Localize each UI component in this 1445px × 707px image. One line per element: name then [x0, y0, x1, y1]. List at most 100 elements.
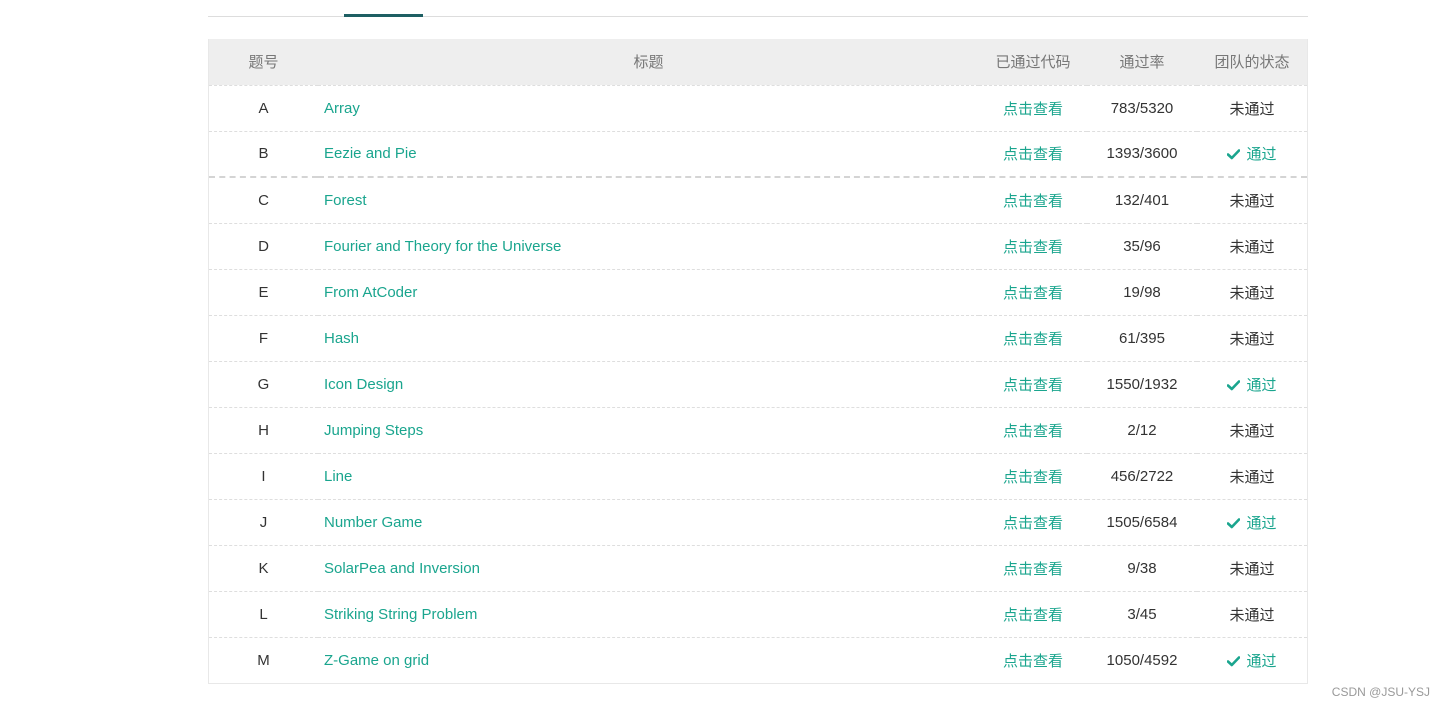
table-row: M Z-Game on grid 点击查看 1050/4592 通过 — [209, 637, 1307, 683]
status-passed-text: 通过 — [1246, 652, 1277, 670]
team-status: 通过 — [1197, 361, 1307, 407]
status-failed-text: 未通过 — [1229, 468, 1275, 486]
problem-title-cell: Line — [318, 453, 979, 499]
problem-id: G — [257, 375, 270, 393]
team-status: 未通过 — [1197, 407, 1307, 453]
team-status: 通过 — [1197, 499, 1307, 545]
problem-id: J — [259, 513, 268, 531]
table-header-row: 题号 标题 已通过代码 通过率 团队的状态 — [209, 39, 1307, 85]
team-status: 未通过 — [1197, 545, 1307, 591]
table-row: K SolarPea and Inversion 点击查看 9/38 未通过 — [209, 545, 1307, 591]
problem-title-cell: From AtCoder — [318, 269, 979, 315]
problem-title-link[interactable]: Array — [324, 100, 360, 117]
pass-rate: 35/96 — [1123, 237, 1161, 255]
view-code-link[interactable]: 点击查看 — [1003, 561, 1063, 578]
header-code: 已通过代码 — [995, 54, 1071, 72]
problem-title-link[interactable]: Eezie and Pie — [324, 145, 417, 162]
problem-title-link[interactable]: Hash — [324, 330, 359, 347]
table-row: G Icon Design 点击查看 1550/1932 通过 — [209, 361, 1307, 407]
pass-rate: 1550/1932 — [1106, 375, 1178, 393]
header-status: 团队的状态 — [1214, 54, 1290, 72]
status-failed-text: 未通过 — [1229, 192, 1275, 210]
problem-title-link[interactable]: Icon Design — [324, 376, 403, 393]
problem-id: A — [258, 99, 269, 117]
problem-title-cell: Hash — [318, 315, 979, 361]
pass-rate: 2/12 — [1127, 421, 1157, 439]
problem-title-cell: Fourier and Theory for the Universe — [318, 223, 979, 269]
status-passed-text: 通过 — [1246, 146, 1277, 164]
team-status: 通过 — [1197, 131, 1307, 177]
view-code-cell: 点击查看 — [979, 407, 1087, 453]
view-code-link[interactable]: 点击查看 — [1003, 515, 1063, 532]
problem-id: L — [259, 605, 268, 623]
problem-title-cell: Jumping Steps — [318, 407, 979, 453]
team-status: 未通过 — [1197, 315, 1307, 361]
table-row: C Forest 点击查看 132/401 未通过 — [209, 177, 1307, 223]
view-code-link[interactable]: 点击查看 — [1003, 146, 1063, 163]
view-code-link[interactable]: 点击查看 — [1003, 101, 1063, 118]
team-status: 未通过 — [1197, 591, 1307, 637]
problem-id: H — [258, 421, 269, 439]
problem-title-cell: Icon Design — [318, 361, 979, 407]
team-status: 未通过 — [1197, 269, 1307, 315]
problem-title-link[interactable]: Jumping Steps — [324, 422, 423, 439]
pass-rate: 19/98 — [1123, 283, 1161, 301]
status-passed-text: 通过 — [1246, 376, 1277, 394]
view-code-cell: 点击查看 — [979, 131, 1087, 177]
pass-rate: 9/38 — [1127, 559, 1157, 577]
table-row: J Number Game 点击查看 1505/6584 通过 — [209, 499, 1307, 545]
header-title: 标题 — [633, 54, 664, 72]
problem-title-link[interactable]: Z-Game on grid — [324, 652, 429, 669]
table-row: A Array 点击查看 783/5320 未通过 — [209, 85, 1307, 131]
tab-active-indicator[interactable] — [344, 14, 423, 17]
problem-title-cell: Striking String Problem — [318, 591, 979, 637]
status-failed-text: 未通过 — [1229, 100, 1275, 118]
header-rate: 通过率 — [1119, 54, 1165, 72]
table-body: A Array 点击查看 783/5320 未通过 B Eezie and Pie 点击查看 1… — [209, 85, 1307, 683]
status-failed-text: 未通过 — [1229, 330, 1275, 348]
pass-rate: 1050/4592 — [1106, 651, 1178, 669]
view-code-cell: 点击查看 — [979, 545, 1087, 591]
check-icon — [1227, 149, 1241, 160]
pass-rate: 3/45 — [1127, 605, 1157, 623]
view-code-link[interactable]: 点击查看 — [1003, 653, 1063, 670]
problem-table-grid: 题号 标题 已通过代码 通过率 团队的状态 A Array 点击查看 783/5320… — [209, 39, 1307, 683]
check-icon — [1227, 655, 1241, 667]
pass-rate: 456/2722 — [1110, 467, 1174, 485]
problem-title-link[interactable]: Striking String Problem — [324, 606, 477, 623]
view-code-cell: 点击查看 — [979, 637, 1087, 683]
problem-id: D — [258, 237, 269, 255]
view-code-cell: 点击查看 — [979, 591, 1087, 637]
team-status: 通过 — [1197, 637, 1307, 683]
problem-title-cell: Forest — [318, 177, 979, 223]
view-code-link[interactable]: 点击查看 — [1003, 331, 1063, 348]
table-row: L Striking String Problem 点击查看 3/45 未通过 — [209, 591, 1307, 637]
view-code-cell: 点击查看 — [979, 177, 1087, 223]
problem-title-cell: Eezie and Pie — [318, 131, 979, 177]
view-code-link[interactable]: 点击查看 — [1003, 469, 1063, 486]
problem-id: K — [258, 559, 269, 577]
problem-title-cell: SolarPea and Inversion — [318, 545, 979, 591]
view-code-link[interactable]: 点击查看 — [1003, 193, 1063, 210]
problem-title-link[interactable]: Fourier and Theory for the Universe — [324, 238, 561, 255]
problem-title-link[interactable]: Forest — [324, 192, 367, 209]
status-failed-text: 未通过 — [1229, 284, 1275, 302]
problem-id: C — [258, 191, 269, 209]
table-row: B Eezie and Pie 点击查看 1393/3600 通过 — [209, 131, 1307, 177]
problem-title-link[interactable]: Line — [324, 468, 352, 485]
problem-title-link[interactable]: SolarPea and Inversion — [324, 560, 480, 577]
team-status: 未通过 — [1197, 85, 1307, 131]
view-code-link[interactable]: 点击查看 — [1003, 285, 1063, 302]
problem-title-link[interactable]: From AtCoder — [324, 284, 417, 301]
view-code-cell: 点击查看 — [979, 223, 1087, 269]
problem-title-link[interactable]: Number Game — [324, 514, 422, 531]
problem-title-cell: Array — [318, 85, 979, 131]
view-code-link[interactable]: 点击查看 — [1003, 377, 1063, 394]
status-failed-text: 未通过 — [1229, 238, 1275, 256]
table-row: F Hash 点击查看 61/395 未通过 — [209, 315, 1307, 361]
view-code-link[interactable]: 点击查看 — [1003, 607, 1063, 624]
problem-id: I — [261, 467, 266, 485]
status-failed-text: 未通过 — [1229, 560, 1275, 578]
view-code-link[interactable]: 点击查看 — [1003, 239, 1063, 256]
view-code-link[interactable]: 点击查看 — [1003, 423, 1063, 440]
